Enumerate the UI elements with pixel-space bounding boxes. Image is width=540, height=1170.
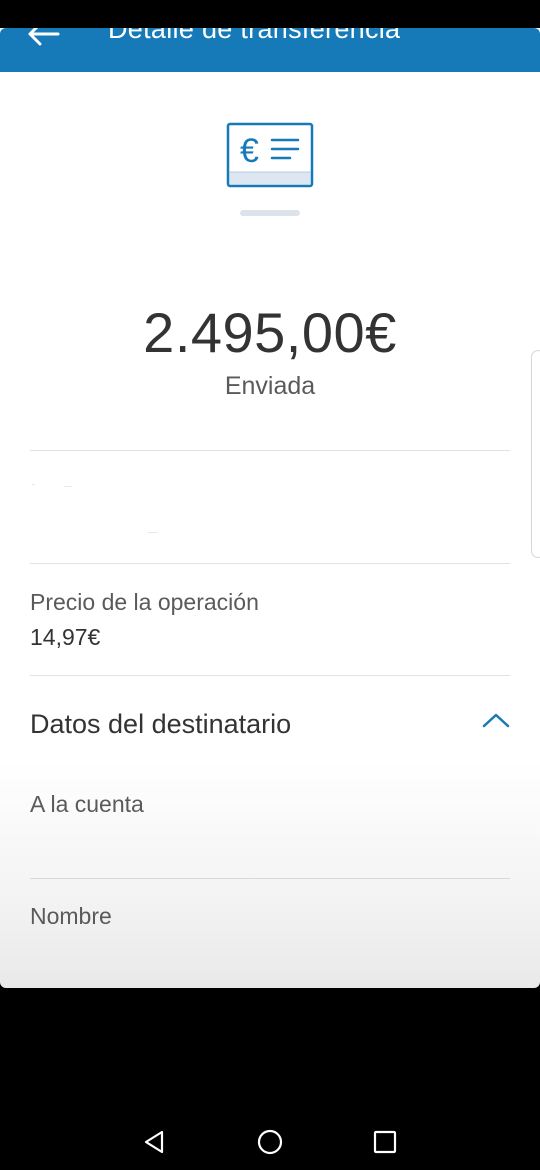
app-screen: Detalle de transferencia € 2.495,00€ Env… xyxy=(0,0,540,988)
transfer-status: Enviada xyxy=(224,372,316,400)
arrow-left-icon xyxy=(28,28,60,46)
back-button[interactable] xyxy=(26,28,62,48)
hero-icon-shadow xyxy=(240,210,300,216)
transfer-amount: 2.495,00€ xyxy=(143,301,397,364)
app-bar: Detalle de transferencia xyxy=(0,28,540,72)
chevron-up-icon xyxy=(482,713,510,728)
nav-recents-button[interactable] xyxy=(371,1128,399,1156)
fee-value: 14,97€ xyxy=(30,624,101,650)
circle-home-icon xyxy=(257,1129,283,1155)
page-title: Detalle de transferencia xyxy=(108,28,401,44)
divider xyxy=(30,878,510,879)
divider xyxy=(30,563,510,564)
scrollbar[interactable] xyxy=(531,350,540,558)
euro-document-icon: € xyxy=(226,122,314,188)
divider xyxy=(30,675,510,676)
nav-back-button[interactable] xyxy=(140,1128,168,1156)
collapse-button[interactable] xyxy=(480,708,512,732)
account-field-label: A la cuenta xyxy=(30,791,144,817)
redacted-info xyxy=(30,470,510,540)
svg-text:€: € xyxy=(240,132,259,170)
status-bar xyxy=(0,0,540,28)
recipient-section-title[interactable]: Datos del destinatario xyxy=(30,709,291,740)
name-field-label: Nombre xyxy=(30,903,112,929)
square-recents-icon xyxy=(373,1130,397,1154)
triangle-back-icon xyxy=(144,1130,164,1154)
fee-label: Precio de la operación xyxy=(30,589,259,615)
nav-home-button[interactable] xyxy=(256,1128,284,1156)
divider xyxy=(30,450,510,451)
system-nav-bar xyxy=(0,1100,540,1170)
